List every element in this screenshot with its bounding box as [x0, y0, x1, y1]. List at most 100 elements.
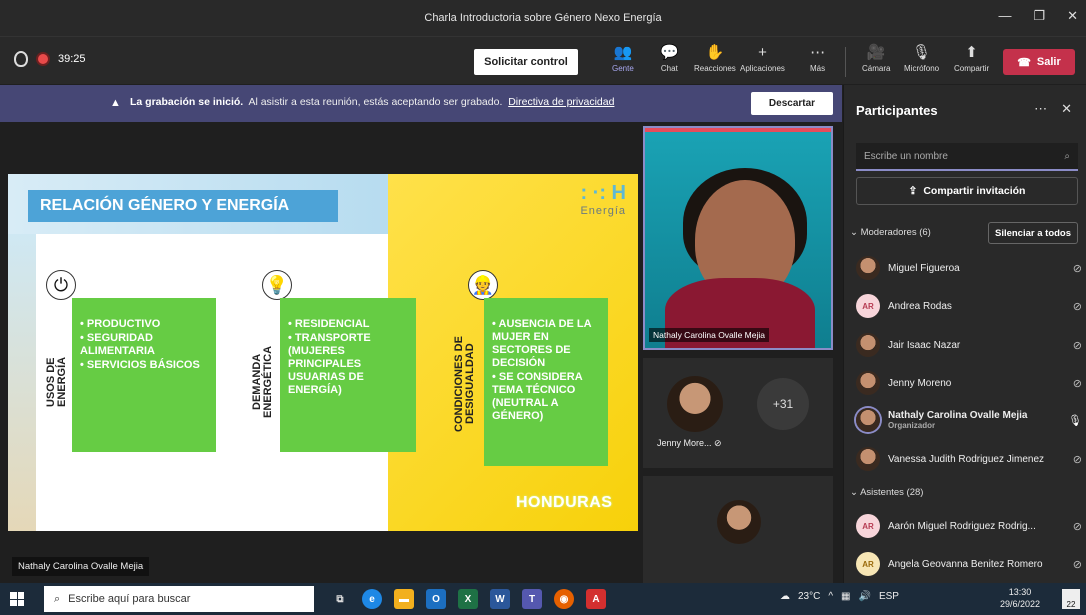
minimize-button[interactable]: —: [998, 8, 1011, 24]
column-1-label-line2: ENERGÍA: [56, 356, 68, 408]
share-icon: ⬆: [965, 44, 978, 61]
share-icon: ⇪: [908, 185, 918, 197]
avatar: [856, 408, 880, 432]
participant-row[interactable]: AR Aarón Miguel Rodriguez Rodrig... ⊘: [856, 511, 1082, 541]
column-2-item: RESIDENCIAL: [288, 318, 408, 331]
chevron-up-icon[interactable]: ^: [828, 591, 833, 602]
share-invite-button[interactable]: ⇪ Compartir invitación: [856, 177, 1078, 205]
shared-slide: RELACIÓN GÉNERO Y ENERGÍA : ·: H Energía…: [8, 174, 638, 531]
logo-subtitle: Energía: [580, 205, 626, 217]
small-tile-label: Jenny More... ⊘: [657, 438, 722, 449]
chevron-down-icon: ⌄: [850, 487, 861, 498]
edge-icon[interactable]: e: [362, 589, 382, 609]
acrobat-icon[interactable]: A: [586, 589, 606, 609]
people-button[interactable]: 👥 Gente: [612, 45, 634, 74]
word-icon[interactable]: W: [490, 589, 510, 609]
more-label: Más: [810, 64, 826, 73]
tile-top-stripe: [645, 128, 831, 132]
banner-message: La grabación se inició. Al asistir a est…: [130, 96, 614, 108]
avatar: [856, 333, 880, 357]
reactions-button[interactable]: ✋ Reacciones: [694, 45, 736, 74]
meeting-toolbar: 39:25 Solicitar control 👥 Gente 💬 Chat ✋…: [0, 36, 1086, 84]
language-indicator[interactable]: ESP: [879, 591, 899, 602]
share-button[interactable]: ⬆ Compartir: [954, 44, 989, 74]
participant-row[interactable]: Vanessa Judith Rodriguez Jimenez ⊘: [856, 444, 1082, 474]
participant-row[interactable]: AR Andrea Rodas ⊘: [856, 291, 1082, 321]
column-3-label: CONDICIONES DE DESIGUALDAD: [453, 314, 476, 454]
privacy-link[interactable]: Directiva de privacidad: [508, 96, 614, 108]
panel-title: Participantes: [856, 103, 938, 118]
mic-off-icon: ⊘: [1072, 339, 1082, 352]
camera-button[interactable]: 🎥 Cámara: [862, 45, 891, 74]
request-control-button[interactable]: Solicitar control: [474, 49, 578, 75]
participant-row[interactable]: Nathaly Carolina Ovalle Mejia Organizado…: [856, 405, 1082, 435]
overflow-participants[interactable]: +31: [757, 378, 809, 430]
search-icon: ⌕: [1064, 150, 1070, 162]
volume-icon[interactable]: 🔊: [859, 591, 871, 602]
more-options-icon[interactable]: ⋯: [1034, 101, 1047, 117]
leave-label: Salir: [1036, 56, 1061, 68]
moderators-section-header[interactable]: ⌄ Moderadores (6): [850, 227, 931, 238]
participant-avatar: [717, 500, 761, 544]
column-2-item: TRANSPORTE (MUJERES PRINCIPALES USUARIAS…: [288, 332, 408, 397]
taskbar-search-input[interactable]: ⌕ Escribe aquí para buscar: [44, 586, 314, 612]
teams-icon[interactable]: T: [522, 589, 542, 609]
honduras-logo: HONDURAS: [516, 494, 613, 511]
network-icon[interactable]: ▦: [841, 591, 850, 602]
mute-all-button[interactable]: Silenciar a todos: [988, 222, 1078, 244]
participant-row[interactable]: AR Angela Geovanna Benitez Romero ⊘: [856, 549, 1082, 579]
taskbar-clock[interactable]: 13:30 29/6/2022: [1000, 586, 1040, 610]
column-3-item: AUSENCIA DE LA MUJER EN SECTORES DE DECI…: [492, 318, 600, 370]
avatar: [856, 256, 880, 280]
mic-off-icon: 🎙: [912, 44, 932, 61]
outlook-icon[interactable]: O: [426, 589, 446, 609]
column-1-item: PRODUCTIVO: [80, 318, 208, 331]
chat-label: Chat: [660, 64, 678, 73]
more-icon: ⋯: [810, 44, 826, 61]
column-1-box: PRODUCTIVO SEGURIDAD ALIMENTARIA SERVICI…: [72, 298, 216, 452]
notification-center-button[interactable]: 22: [1062, 589, 1080, 609]
leave-button[interactable]: ☎ Salir: [1003, 49, 1075, 75]
participant-row[interactable]: Jenny Moreno ⊘: [856, 368, 1082, 398]
participant-name: Andrea Rodas: [888, 300, 952, 312]
apps-button[interactable]: + Aplicaciones: [740, 45, 785, 74]
participant-search-input[interactable]: Escribe un nombre ⌕: [856, 143, 1078, 171]
window-title: Charla Introductoria sobre Género Nexo E…: [424, 12, 662, 24]
column-3-item: SE CONSIDERA TEMA TÉCNICO (NEUTRAL A GÉN…: [492, 371, 600, 423]
avatar: AR: [856, 294, 880, 318]
close-button[interactable]: ✕: [1067, 8, 1078, 24]
excel-icon[interactable]: X: [458, 589, 478, 609]
more-button[interactable]: ⋯ Más: [810, 44, 826, 74]
chat-button[interactable]: 💬 Chat: [660, 45, 679, 74]
participant-name: Angela Geovanna Benitez Romero: [888, 558, 1043, 570]
mic-off-icon: ⊘: [1072, 558, 1082, 571]
participant-row[interactable]: Miguel Figueroa ⊘: [856, 253, 1082, 283]
firefox-icon[interactable]: ◉: [554, 589, 574, 609]
video-tile-small[interactable]: +31 Jenny More... ⊘: [643, 358, 833, 468]
banner-text: Al asistir a esta reunión, estás aceptan…: [248, 96, 503, 108]
close-icon[interactable]: ✕: [1061, 101, 1072, 117]
windows-start-icon[interactable]: [10, 592, 24, 606]
weather-icon[interactable]: ☁: [780, 591, 790, 602]
camera-label: Cámara: [862, 64, 891, 73]
attendees-section-header[interactable]: ⌄ Asistentes (28): [850, 487, 923, 498]
file-explorer-icon[interactable]: ▬: [394, 589, 414, 609]
lightbulb-icon: 💡: [262, 270, 292, 300]
task-view-icon[interactable]: ⧉: [330, 589, 350, 609]
temperature: 23°C: [798, 591, 821, 602]
energy-logo: : ·: H Energía: [544, 182, 626, 230]
microphone-button[interactable]: 🎙 Micrófono: [904, 44, 939, 74]
small-tile-name: Jenny More...: [657, 438, 712, 448]
slide-title: RELACIÓN GÉNERO Y ENERGÍA: [28, 190, 338, 222]
column-2-label-line2: ENERGÉTICA: [262, 345, 274, 419]
video-tile-main[interactable]: Nathaly Carolina Ovalle Mejia: [643, 126, 833, 350]
dismiss-banner-button[interactable]: Descartar: [751, 92, 833, 115]
meeting-timer: 39:25: [58, 53, 86, 65]
mic-off-icon: ⊘: [1072, 453, 1082, 466]
mic-on-icon: 🎙: [1068, 414, 1082, 427]
participant-row[interactable]: Jair Isaac Nazar ⊘: [856, 330, 1082, 360]
video-tile-bottom[interactable]: [643, 476, 833, 583]
participant-name: Miguel Figueroa: [888, 262, 960, 274]
clock-date: 29/6/2022: [1000, 599, 1041, 609]
restore-button[interactable]: ❐: [1033, 8, 1045, 24]
